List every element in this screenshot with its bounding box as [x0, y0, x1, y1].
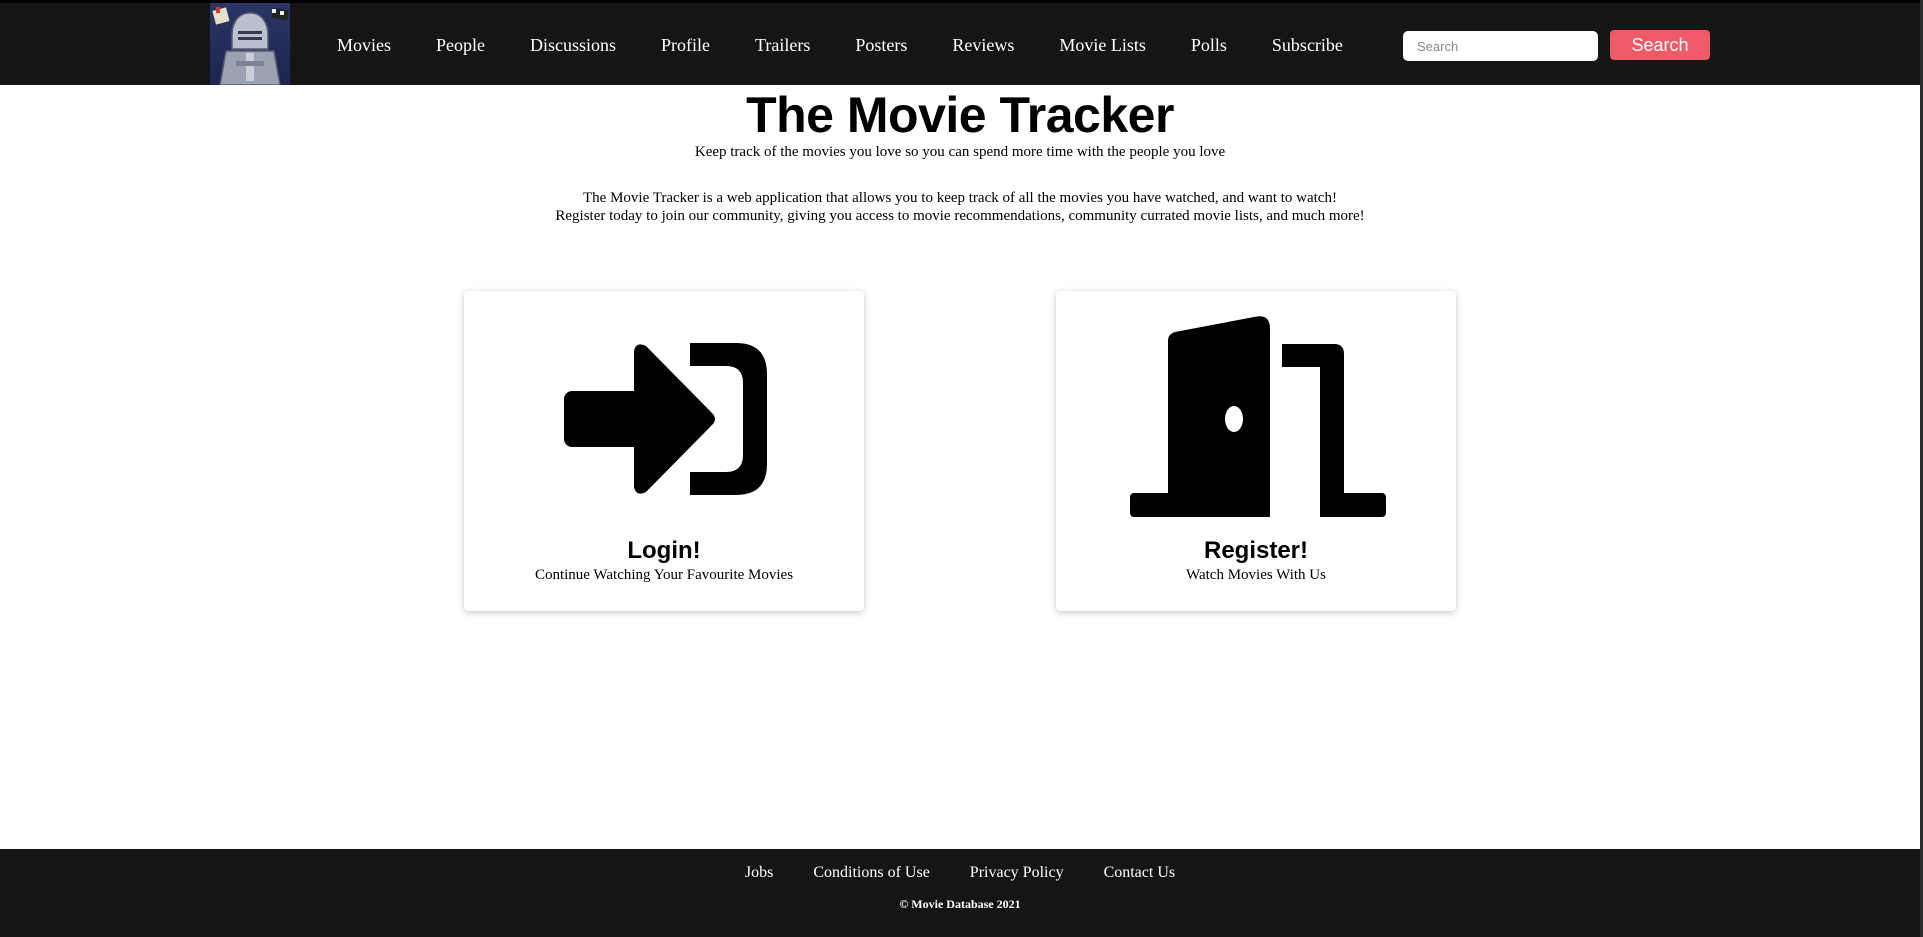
- nav-discussions[interactable]: Discussions: [530, 35, 616, 56]
- main-nav: Movies People Discussions Profile Traile…: [337, 3, 1388, 88]
- login-card[interactable]: Login! Continue Watching Your Favourite …: [464, 291, 864, 611]
- nav-subscribe[interactable]: Subscribe: [1272, 35, 1343, 56]
- intro-text: The Movie Tracker is a web application t…: [0, 189, 1920, 225]
- nav-movies[interactable]: Movies: [337, 35, 391, 56]
- search-input[interactable]: [1403, 31, 1598, 61]
- footer-link-jobs[interactable]: Jobs: [745, 864, 773, 882]
- footer-link-contact[interactable]: Contact Us: [1104, 864, 1176, 882]
- login-title: Login!: [627, 537, 701, 564]
- intro-line-1: The Movie Tracker is a web application t…: [583, 190, 1337, 206]
- footer: Jobs Conditions of Use Privacy Policy Co…: [0, 849, 1920, 937]
- page-title: The Movie Tracker: [746, 87, 1174, 143]
- nav-posters[interactable]: Posters: [855, 35, 907, 56]
- site-logo[interactable]: [210, 3, 290, 85]
- intro-line-2: Register today to join our community, gi…: [555, 208, 1365, 224]
- nav-people[interactable]: People: [436, 35, 485, 56]
- copyright: © Movie Database 2021: [899, 897, 1021, 911]
- login-subtitle: Continue Watching Your Favourite Movies: [534, 567, 794, 583]
- nav-polls[interactable]: Polls: [1191, 35, 1227, 56]
- search-button[interactable]: Search: [1610, 30, 1710, 60]
- register-subtitle: Watch Movies With Us: [1186, 567, 1326, 583]
- nav-movie-lists[interactable]: Movie Lists: [1059, 35, 1146, 56]
- footer-link-privacy[interactable]: Privacy Policy: [970, 864, 1064, 882]
- footer-link-conditions[interactable]: Conditions of Use: [813, 864, 929, 882]
- register-title: Register!: [1203, 537, 1309, 564]
- knight-logo-icon: [212, 7, 289, 85]
- nav-reviews[interactable]: Reviews: [952, 35, 1014, 56]
- tagline: Keep track of the movies you love so you…: [694, 144, 1226, 160]
- login-icon: [564, 343, 767, 495]
- register-card[interactable]: Register! Watch Movies With Us: [1056, 291, 1456, 611]
- nav-trailers[interactable]: Trailers: [755, 35, 810, 56]
- nav-profile[interactable]: Profile: [661, 35, 710, 56]
- footer-links: Jobs Conditions of Use Privacy Policy Co…: [0, 864, 1920, 882]
- door-open-icon: [1130, 316, 1386, 517]
- top-navbar: Movies People Discussions Profile Traile…: [0, 0, 1920, 85]
